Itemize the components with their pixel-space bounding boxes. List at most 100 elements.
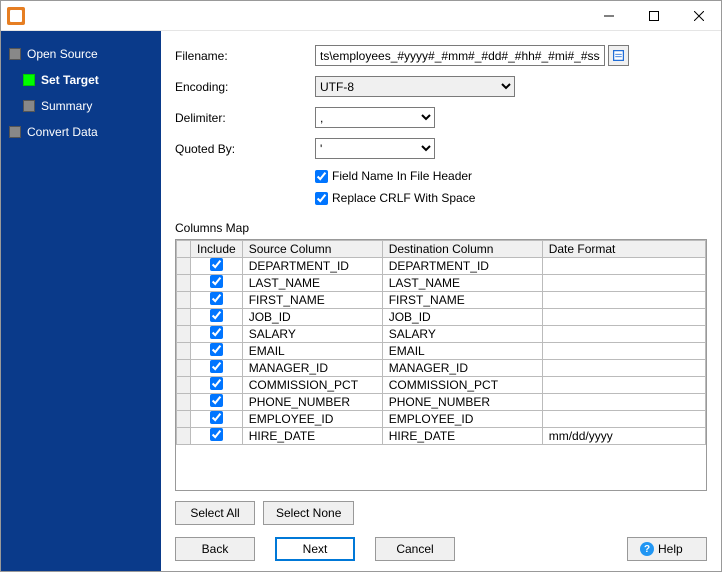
datefmt-cell[interactable] — [542, 394, 705, 411]
row-header[interactable] — [177, 309, 191, 326]
include-checkbox[interactable] — [210, 258, 223, 271]
delimiter-select[interactable]: , — [315, 107, 435, 128]
step-convert-data[interactable]: Convert Data — [9, 125, 161, 139]
back-button[interactable]: Back — [175, 537, 255, 561]
datefmt-cell[interactable] — [542, 258, 705, 275]
dest-cell[interactable]: HIRE_DATE — [382, 428, 542, 445]
source-cell[interactable]: DEPARTMENT_ID — [242, 258, 382, 275]
include-checkbox[interactable] — [210, 292, 223, 305]
source-cell[interactable]: EMAIL — [242, 343, 382, 360]
source-cell[interactable]: SALARY — [242, 326, 382, 343]
datefmt-cell[interactable] — [542, 411, 705, 428]
field-header-label[interactable]: Field Name In File Header — [332, 169, 472, 183]
row-header[interactable] — [177, 394, 191, 411]
dest-cell[interactable]: LAST_NAME — [382, 275, 542, 292]
filename-input[interactable] — [315, 45, 605, 66]
datefmt-cell[interactable]: mm/dd/yyyy — [542, 428, 705, 445]
include-checkbox[interactable] — [210, 377, 223, 390]
table-row[interactable]: COMMISSION_PCTCOMMISSION_PCT — [177, 377, 706, 394]
step-label: Open Source — [27, 47, 98, 61]
encoding-label: Encoding: — [175, 80, 315, 94]
maximize-button[interactable] — [631, 1, 676, 31]
browse-button[interactable] — [608, 45, 629, 66]
row-header[interactable] — [177, 360, 191, 377]
field-header-checkbox[interactable] — [315, 170, 328, 183]
include-checkbox[interactable] — [210, 411, 223, 424]
titlebar — [1, 1, 721, 31]
table-row[interactable]: FIRST_NAMEFIRST_NAME — [177, 292, 706, 309]
step-label: Summary — [41, 99, 92, 113]
col-dest[interactable]: Destination Column — [382, 241, 542, 258]
include-checkbox[interactable] — [210, 394, 223, 407]
datefmt-cell[interactable] — [542, 309, 705, 326]
source-cell[interactable]: COMMISSION_PCT — [242, 377, 382, 394]
source-cell[interactable]: FIRST_NAME — [242, 292, 382, 309]
table-row[interactable]: HIRE_DATEHIRE_DATEmm/dd/yyyy — [177, 428, 706, 445]
columns-grid[interactable]: Include Source Column Destination Column… — [175, 239, 707, 491]
table-row[interactable]: SALARYSALARY — [177, 326, 706, 343]
datefmt-cell[interactable] — [542, 377, 705, 394]
dest-cell[interactable]: EMPLOYEE_ID — [382, 411, 542, 428]
datefmt-cell[interactable] — [542, 326, 705, 343]
dest-cell[interactable]: DEPARTMENT_ID — [382, 258, 542, 275]
help-button[interactable]: ? Help — [627, 537, 707, 561]
row-header[interactable] — [177, 258, 191, 275]
datefmt-cell[interactable] — [542, 292, 705, 309]
row-header[interactable] — [177, 326, 191, 343]
dest-cell[interactable]: EMAIL — [382, 343, 542, 360]
datefmt-cell[interactable] — [542, 275, 705, 292]
table-row[interactable]: EMAILEMAIL — [177, 343, 706, 360]
datefmt-cell[interactable] — [542, 343, 705, 360]
source-cell[interactable]: MANAGER_ID — [242, 360, 382, 377]
row-header[interactable] — [177, 343, 191, 360]
dest-cell[interactable]: JOB_ID — [382, 309, 542, 326]
step-summary[interactable]: Summary — [23, 99, 161, 113]
source-cell[interactable]: JOB_ID — [242, 309, 382, 326]
table-row[interactable]: DEPARTMENT_IDDEPARTMENT_ID — [177, 258, 706, 275]
row-header[interactable] — [177, 428, 191, 445]
dest-cell[interactable]: PHONE_NUMBER — [382, 394, 542, 411]
quoted-select[interactable]: ' — [315, 138, 435, 159]
select-all-button[interactable]: Select All — [175, 501, 255, 525]
table-row[interactable]: MANAGER_IDMANAGER_ID — [177, 360, 706, 377]
step-set-target[interactable]: Set Target — [23, 73, 161, 87]
select-none-button[interactable]: Select None — [263, 501, 354, 525]
step-open-source[interactable]: Open Source — [9, 47, 161, 61]
cancel-button[interactable]: Cancel — [375, 537, 455, 561]
source-cell[interactable]: EMPLOYEE_ID — [242, 411, 382, 428]
delimiter-label: Delimiter: — [175, 111, 315, 125]
replace-crlf-checkbox[interactable] — [315, 192, 328, 205]
source-cell[interactable]: HIRE_DATE — [242, 428, 382, 445]
table-row[interactable]: LAST_NAMELAST_NAME — [177, 275, 706, 292]
include-checkbox[interactable] — [210, 360, 223, 373]
encoding-select[interactable]: UTF-8 — [315, 76, 515, 97]
dest-cell[interactable]: SALARY — [382, 326, 542, 343]
dest-cell[interactable]: FIRST_NAME — [382, 292, 542, 309]
col-include[interactable]: Include — [191, 241, 243, 258]
dest-cell[interactable]: MANAGER_ID — [382, 360, 542, 377]
columns-map-label: Columns Map — [175, 221, 707, 235]
table-row[interactable]: JOB_IDJOB_ID — [177, 309, 706, 326]
close-button[interactable] — [676, 1, 721, 31]
table-row[interactable]: EMPLOYEE_IDEMPLOYEE_ID — [177, 411, 706, 428]
row-header[interactable] — [177, 377, 191, 394]
row-header[interactable] — [177, 411, 191, 428]
include-checkbox[interactable] — [210, 428, 223, 441]
table-row[interactable]: PHONE_NUMBERPHONE_NUMBER — [177, 394, 706, 411]
include-checkbox[interactable] — [210, 309, 223, 322]
row-header[interactable] — [177, 275, 191, 292]
col-source[interactable]: Source Column — [242, 241, 382, 258]
minimize-button[interactable] — [586, 1, 631, 31]
include-checkbox[interactable] — [210, 275, 223, 288]
source-cell[interactable]: LAST_NAME — [242, 275, 382, 292]
dest-cell[interactable]: COMMISSION_PCT — [382, 377, 542, 394]
include-checkbox[interactable] — [210, 343, 223, 356]
replace-crlf-label[interactable]: Replace CRLF With Space — [332, 191, 475, 205]
datefmt-cell[interactable] — [542, 360, 705, 377]
include-checkbox[interactable] — [210, 326, 223, 339]
next-button[interactable]: Next — [275, 537, 355, 561]
col-datefmt[interactable]: Date Format — [542, 241, 705, 258]
row-header[interactable] — [177, 292, 191, 309]
source-cell[interactable]: PHONE_NUMBER — [242, 394, 382, 411]
step-box-icon — [23, 74, 35, 86]
